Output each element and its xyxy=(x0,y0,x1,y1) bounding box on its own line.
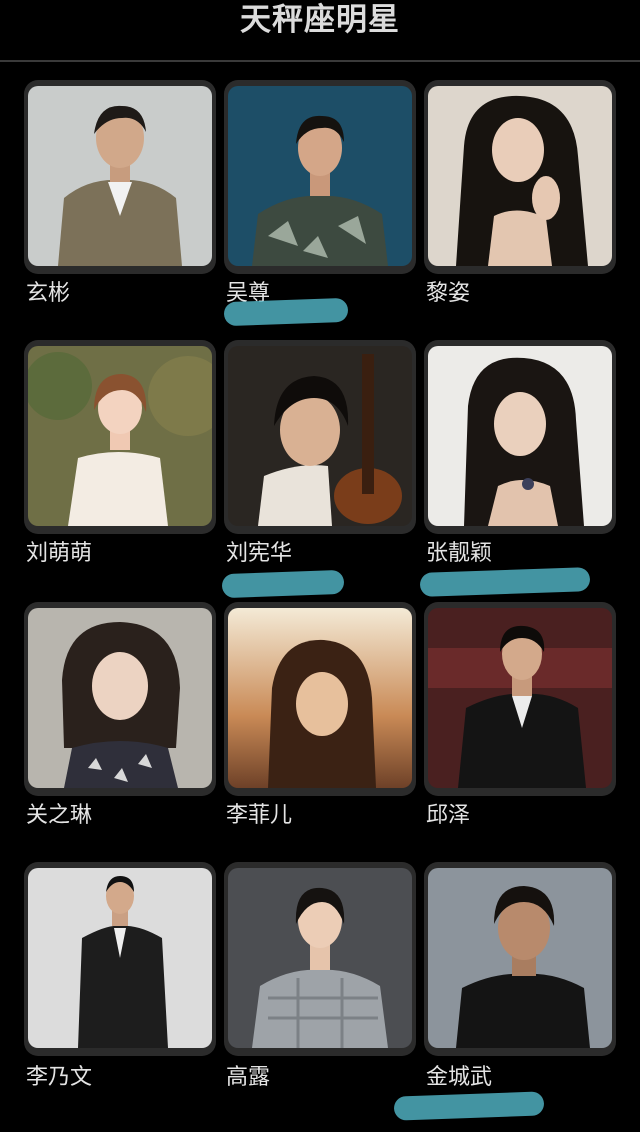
celebrity-card[interactable] xyxy=(224,862,416,1056)
celebrity-photo xyxy=(428,868,612,1048)
celebrity-name[interactable]: 黎姿 xyxy=(426,278,470,310)
celebrity-card[interactable] xyxy=(24,340,216,534)
celebrity-name[interactable]: 张靓颖 xyxy=(426,538,492,570)
celebrity-name[interactable]: 玄彬 xyxy=(26,278,70,310)
celebrity-name[interactable]: 关之琳 xyxy=(26,800,92,832)
celebrity-card[interactable] xyxy=(224,602,416,796)
celebrity-photo xyxy=(428,608,612,788)
celebrity-card[interactable] xyxy=(424,602,616,796)
celebrity-card[interactable] xyxy=(224,340,416,534)
celebrity-name[interactable]: 李乃文 xyxy=(26,1062,92,1094)
celebrity-name[interactable]: 李菲儿 xyxy=(226,800,292,832)
celebrity-grid: 玄彬 吴尊 黎姿 刘萌萌 刘宪华 张靓颖 关之琳 李菲儿 邱泽 李乃文 高露 金… xyxy=(0,0,640,1132)
celebrity-photo xyxy=(28,868,212,1048)
celebrity-card[interactable] xyxy=(424,80,616,274)
celebrity-photo xyxy=(228,86,412,266)
celebrity-card[interactable] xyxy=(424,862,616,1056)
celebrity-photo xyxy=(428,86,612,266)
celebrity-name[interactable]: 刘宪华 xyxy=(226,538,292,570)
celebrity-name[interactable]: 刘萌萌 xyxy=(26,538,92,570)
celebrity-photo xyxy=(228,608,412,788)
celebrity-photo xyxy=(428,346,612,526)
celebrity-card[interactable] xyxy=(24,80,216,274)
celebrity-photo xyxy=(28,608,212,788)
celebrity-card[interactable] xyxy=(424,340,616,534)
celebrity-photo xyxy=(28,86,212,266)
redaction-scribble xyxy=(393,1091,545,1121)
celebrity-name[interactable]: 邱泽 xyxy=(426,800,470,832)
celebrity-card[interactable] xyxy=(24,602,216,796)
celebrity-photo xyxy=(28,346,212,526)
celebrity-photo xyxy=(228,868,412,1048)
celebrity-card[interactable] xyxy=(224,80,416,274)
celebrity-photo xyxy=(228,346,412,526)
celebrity-name[interactable]: 金城武 xyxy=(426,1062,492,1094)
redaction-scribble xyxy=(223,297,349,327)
celebrity-card[interactable] xyxy=(24,862,216,1056)
redaction-scribble xyxy=(221,569,345,599)
celebrity-name[interactable]: 高露 xyxy=(226,1062,270,1094)
redaction-scribble xyxy=(419,567,591,597)
celebrity-page: 天秤座明星 玄彬 吴尊 黎姿 刘萌萌 刘宪华 张靓颖 关之琳 李菲儿 邱泽 李乃… xyxy=(0,0,640,1132)
